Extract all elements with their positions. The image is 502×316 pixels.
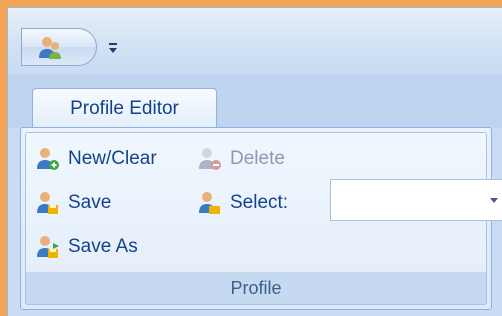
application-button[interactable] xyxy=(21,28,97,66)
user-add-icon xyxy=(37,148,59,170)
chevron-down-icon xyxy=(490,198,498,203)
users-icon xyxy=(39,37,61,59)
user-save-as-icon xyxy=(37,236,59,258)
ribbon-window: Profile Editor New/Clear Delete Save Sel… xyxy=(7,7,502,316)
profile-select-dropdown[interactable] xyxy=(330,179,502,221)
save-label: Save xyxy=(68,192,112,213)
save-as-button[interactable]: Save As xyxy=(34,232,138,262)
new-clear-label: New/Clear xyxy=(68,148,157,169)
group-label-profile: Profile xyxy=(26,272,486,304)
new-clear-button[interactable]: New/Clear xyxy=(34,144,157,174)
save-as-label: Save As xyxy=(68,236,138,257)
ribbon-panel: New/Clear Delete Save Select: Save As Pr… xyxy=(20,127,502,310)
quick-access-toolbar xyxy=(8,8,502,74)
delete-button[interactable]: Delete xyxy=(196,144,285,174)
user-delete-icon xyxy=(199,148,221,170)
user-save-icon xyxy=(37,192,58,214)
select-label: Select: xyxy=(230,192,289,213)
qat-customize-dropdown-icon[interactable] xyxy=(106,38,120,58)
user-select-icon xyxy=(199,192,220,214)
select-label-button: Select: xyxy=(196,188,288,218)
ribbon-group-profile: New/Clear Delete Save Select: Save As Pr… xyxy=(25,132,502,305)
tab-profile-editor[interactable]: Profile Editor xyxy=(32,88,217,128)
delete-label: Delete xyxy=(230,148,285,169)
save-button[interactable]: Save xyxy=(34,188,111,218)
